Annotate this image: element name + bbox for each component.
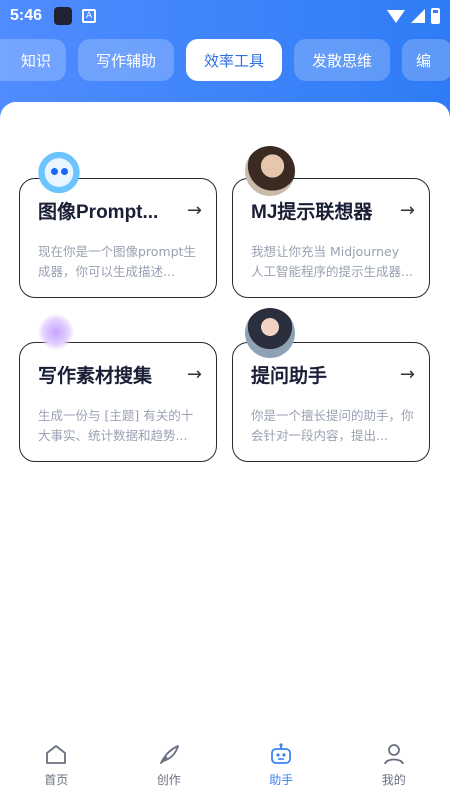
nav-home[interactable]: 首页 (0, 730, 113, 800)
battery-icon (431, 8, 440, 24)
card-description: 现在你是一个图像prompt生成器，你可以生成描述... (38, 244, 196, 279)
nav-profile[interactable]: 我的 (338, 730, 450, 800)
robot-avatar (34, 150, 84, 200)
card-description: 我想让你充当 Midjourney 人工智能程序的提示生成器... (251, 244, 413, 279)
signal-icon (411, 9, 425, 23)
bottom-navigation: 首页 创作 助手 我的 (0, 730, 450, 800)
assistant-card-writing-materials[interactable]: 写作素材搜集 → 生成一份与 [主题] 有关的十大事实、统计数据和趋势... (19, 342, 217, 462)
robot-icon (271, 742, 292, 764)
nav-create-label: 创作 (156, 772, 181, 787)
girl-avatar (245, 308, 295, 358)
nav-create[interactable]: 创作 (113, 730, 226, 800)
tab-knowledge[interactable]: 知识 (0, 39, 66, 81)
status-time: 5:46 (10, 7, 43, 24)
wifi-icon (387, 9, 405, 23)
man-avatar (245, 146, 295, 196)
user-icon (383, 743, 404, 764)
blob-avatar (38, 314, 74, 350)
arrow-right-icon: → (186, 364, 202, 385)
card-title: 写作素材搜集 (38, 366, 153, 387)
tab-efficiency-tools[interactable]: 效率工具 (186, 39, 283, 81)
nav-assistant[interactable]: 助手 (225, 730, 338, 800)
nav-home-label: 首页 (44, 772, 69, 787)
tab-edit[interactable]: 编 (402, 39, 450, 81)
notification-a-icon: A (82, 9, 97, 23)
arrow-right-icon: → (399, 364, 415, 385)
assistant-card-question-helper[interactable]: 提问助手 → 你是一个擅长提问的助手，你会针对一段内容，提出... (232, 342, 430, 462)
card-description: 你是一个擅长提问的助手，你会针对一段内容，提出... (251, 408, 414, 443)
nav-profile-label: 我的 (381, 772, 406, 787)
status-bar: 5:46 A (0, 0, 450, 32)
tab-writing-assist[interactable]: 写作辅助 (78, 39, 175, 81)
card-title: MJ提示联想器 (251, 202, 373, 223)
category-tabs: 知识 写作辅助 效率工具 发散思维 编 (0, 38, 450, 82)
card-description: 生成一份与 [主题] 有关的十大事实、统计数据和趋势... (38, 408, 194, 443)
notification-app-icon (54, 7, 73, 25)
arrow-right-icon: → (186, 200, 202, 221)
card-title: 图像Prompt... (38, 202, 159, 223)
quill-icon (159, 744, 179, 764)
assistant-card-mj-prompt[interactable]: MJ提示联想器 → 我想让你充当 Midjourney 人工智能程序的提示生成器… (232, 178, 430, 298)
card-title: 提问助手 (251, 366, 328, 387)
content-sheet: 图像Prompt... → 现在你是一个图像prompt生成器，你可以生成描述.… (0, 102, 450, 742)
arrow-right-icon: → (399, 200, 415, 221)
tab-divergent-thinking[interactable]: 发散思维 (294, 39, 391, 81)
nav-assistant-label: 助手 (269, 772, 294, 787)
home-icon (46, 744, 67, 764)
